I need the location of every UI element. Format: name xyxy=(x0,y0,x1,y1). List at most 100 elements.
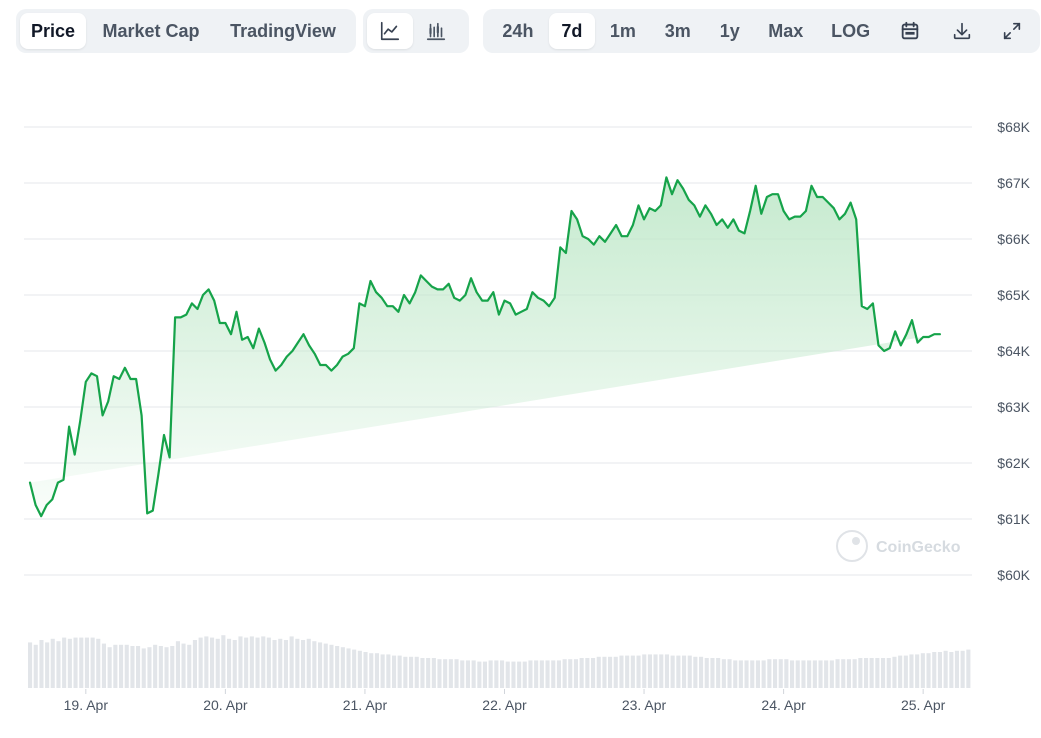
volume-bar xyxy=(886,658,891,688)
volume-bar xyxy=(266,637,271,688)
volume-bars xyxy=(28,635,971,688)
volume-bar xyxy=(773,659,778,688)
volume-bar xyxy=(898,655,903,688)
volume-bar xyxy=(920,653,925,688)
volume-bar xyxy=(704,658,709,688)
volume-bar xyxy=(778,659,783,688)
volume-bar xyxy=(539,660,544,688)
volume-bar xyxy=(664,654,669,688)
volume-bar xyxy=(346,648,351,688)
coingecko-logo-eye xyxy=(852,537,860,545)
volume-bar xyxy=(807,660,812,688)
volume-bar xyxy=(494,660,499,688)
volume-bar xyxy=(369,653,374,688)
volume-bar xyxy=(562,659,567,688)
volume-bar xyxy=(676,655,681,688)
volume-bar xyxy=(954,650,959,688)
volume-bar xyxy=(335,646,340,688)
volume-bar xyxy=(175,641,180,688)
volume-bar xyxy=(471,660,476,688)
volume-bar xyxy=(323,643,328,688)
volume-bar xyxy=(28,642,33,688)
volume-bar xyxy=(869,658,874,688)
volume-bar xyxy=(488,660,493,688)
x-tick-label: 20. Apr xyxy=(203,697,248,713)
volume-bar xyxy=(261,636,266,688)
volume-bar xyxy=(966,649,971,688)
volume-bar xyxy=(67,638,72,688)
volume-bar xyxy=(835,659,840,688)
volume-bar xyxy=(585,658,590,688)
volume-bar xyxy=(329,644,334,688)
volume-bar xyxy=(221,635,226,688)
volume-bar xyxy=(312,641,317,688)
volume-bar xyxy=(505,661,510,688)
volume-bar xyxy=(380,654,385,688)
volume-bar xyxy=(45,642,50,688)
volume-bar xyxy=(96,638,101,688)
volume-bar xyxy=(716,658,721,688)
volume-bar xyxy=(192,640,197,688)
volume-bar xyxy=(511,661,516,688)
volume-bar xyxy=(755,660,760,688)
volume-bar xyxy=(960,650,965,688)
volume-bar xyxy=(56,641,61,688)
volume-bar xyxy=(949,652,954,688)
volume-bar xyxy=(62,637,67,688)
volume-bar xyxy=(289,636,294,688)
volume-bar xyxy=(761,660,766,688)
volume-bar xyxy=(363,652,368,688)
volume-bar xyxy=(630,655,635,688)
volume-bar xyxy=(881,658,886,688)
volume-bar xyxy=(812,660,817,688)
volume-bar xyxy=(943,650,948,688)
volume-bar xyxy=(568,659,573,688)
volume-bar xyxy=(153,644,158,688)
x-tick-label: 21. Apr xyxy=(343,697,388,713)
watermark-text: CoinGecko xyxy=(876,539,961,556)
volume-bar xyxy=(744,660,749,688)
volume-bar xyxy=(579,658,584,688)
volume-bar xyxy=(340,647,345,688)
volume-bar xyxy=(39,640,44,688)
volume-bar xyxy=(710,658,715,688)
volume-bar xyxy=(210,637,215,688)
x-axis-labels: 19. Apr 20. Apr 21. Apr 22. Apr 23. Apr 24. A… xyxy=(64,689,946,713)
volume-bar xyxy=(551,660,556,688)
volume-bar xyxy=(682,655,687,688)
volume-bar xyxy=(352,649,357,688)
volume-bar xyxy=(926,653,931,688)
y-tick-label: $66K xyxy=(997,231,1030,247)
volume-bar xyxy=(767,659,772,688)
volume-bar xyxy=(903,655,908,688)
volume-bar xyxy=(443,659,448,688)
volume-bar xyxy=(232,640,237,688)
volume-bar xyxy=(278,638,283,688)
volume-bar xyxy=(636,655,641,688)
volume-bar xyxy=(272,640,277,688)
volume-bar xyxy=(50,638,55,688)
x-tick-label: 24. Apr xyxy=(761,697,806,713)
volume-bar xyxy=(374,653,379,688)
volume-bar xyxy=(608,656,613,688)
volume-bar xyxy=(824,660,829,688)
volume-bar xyxy=(113,644,118,688)
volume-bar xyxy=(852,659,857,688)
volume-bar xyxy=(33,644,38,688)
price-chart[interactable]: $68K $67K $66K $65K $64K $63K $62K $61K $60K Coi… xyxy=(0,0,1041,738)
volume-bar xyxy=(204,636,209,688)
volume-bar xyxy=(147,647,152,688)
volume-bar xyxy=(937,652,942,688)
volume-bar xyxy=(670,655,675,688)
x-tick-label: 23. Apr xyxy=(622,697,667,713)
volume-bar xyxy=(795,660,800,688)
volume-bar xyxy=(687,655,692,688)
volume-bar xyxy=(613,656,618,688)
volume-bar xyxy=(545,660,550,688)
volume-bar xyxy=(403,656,408,688)
volume-bar xyxy=(181,643,186,688)
y-tick-label: $64K xyxy=(997,343,1030,359)
volume-bar xyxy=(733,660,738,688)
volume-bar xyxy=(818,660,823,688)
volume-bar xyxy=(238,636,243,688)
